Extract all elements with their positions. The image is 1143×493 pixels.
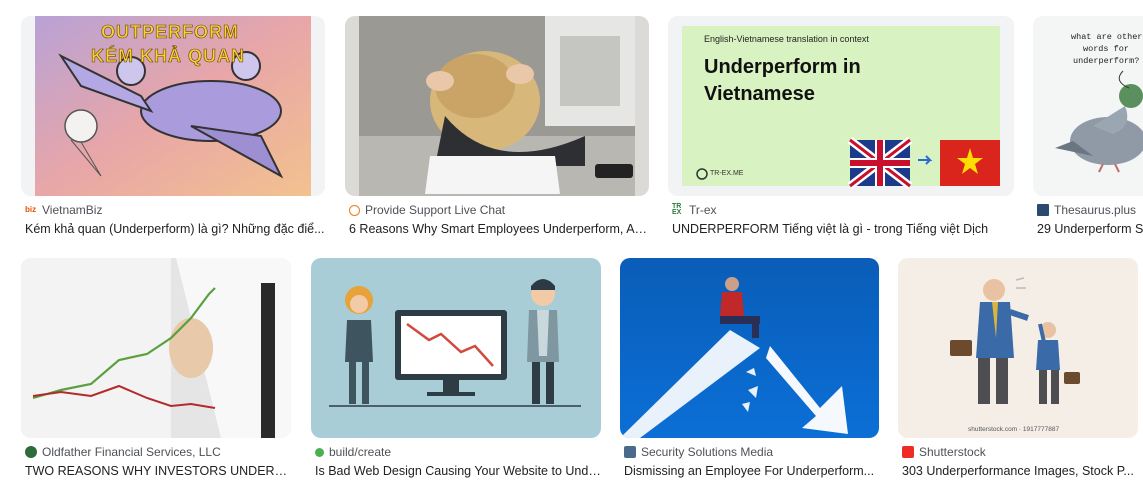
boss-scolding-illustration [898, 258, 1138, 438]
result-thumbnail[interactable]: shutterstock.com · 1917777887 [898, 258, 1138, 438]
result-source[interactable]: Oldfather Financial Services, LLC [25, 444, 291, 460]
stressed-woman-image [345, 16, 649, 196]
source-name: Tr-ex [689, 203, 717, 217]
grid-icon [624, 446, 636, 458]
bad-web-design-illustration [311, 258, 601, 438]
image-subheadline: KÉM KHẢ QUAN [91, 46, 245, 67]
result-title[interactable]: TWO REASONS WHY INVESTORS UNDERPER... [25, 463, 291, 480]
book-icon [1037, 204, 1049, 216]
image-watermark: shutterstock.com · 1917777887 [968, 426, 1060, 433]
source-name: Provide Support Live Chat [365, 203, 506, 217]
oldfather-icon [25, 446, 37, 458]
trex-icon: TR EX [672, 203, 684, 216]
image-subheadline: Vietnamese [704, 83, 815, 105]
chat-bubble-icon [349, 204, 360, 216]
result-thumbnail[interactable] [620, 258, 879, 438]
result-source[interactable]: build/create [315, 444, 601, 460]
source-name: Shutterstock [919, 445, 986, 459]
source-name: Security Solutions Media [641, 445, 774, 459]
result-thumbnail[interactable] [311, 258, 601, 438]
result-source[interactable]: biz VietnamBiz [25, 202, 325, 218]
shutterstock-icon [902, 446, 914, 458]
result-title[interactable]: 6 Reasons Why Smart Employees Underperfo… [349, 221, 649, 238]
image-caption-line3: underperform? [1073, 56, 1140, 66]
source-name: VietnamBiz [42, 203, 103, 217]
image-caption-line1: what are other [1071, 32, 1143, 42]
source-name: Oldfather Financial Services, LLC [42, 445, 221, 459]
result-source[interactable]: Shutterstock [902, 444, 1138, 460]
result-title[interactable]: Is Bad Web Design Causing Your Website t… [315, 463, 601, 480]
result-source[interactable]: Provide Support Live Chat [349, 202, 649, 218]
falling-arrow-image [620, 258, 879, 438]
result-thumbnail[interactable]: OUTPERFORM KÉM KHẢ QUAN [21, 16, 325, 196]
image-caption-line2: words for [1083, 44, 1129, 54]
image-watermark: TR-EX.ME [710, 170, 744, 177]
result-title[interactable]: UNDERPERFORM Tiếng việt là gì - trong Ti… [672, 221, 1012, 238]
green-dot-icon [315, 447, 324, 457]
result-thumbnail[interactable]: English-Vietnamese translation in contex… [668, 16, 1014, 196]
pigeon-image [1033, 16, 1143, 196]
result-source[interactable]: Security Solutions Media [624, 444, 879, 460]
result-title[interactable]: 303 Underperformance Images, Stock P... [902, 463, 1138, 480]
airplane-cartoon-image [21, 16, 325, 196]
result-source[interactable]: Thesaurus.plus [1037, 202, 1143, 218]
result-thumbnail[interactable] [21, 258, 291, 438]
source-name: build/create [329, 445, 392, 459]
result-title[interactable]: 29 Underperform S [1037, 221, 1143, 238]
result-title[interactable]: Dismissing an Employee For Underperform.… [624, 463, 879, 480]
image-caption: English-Vietnamese translation in contex… [704, 34, 869, 44]
result-title[interactable]: Kém khả quan (Underperform) là gì? Những… [25, 221, 325, 238]
result-thumbnail[interactable]: what are other words for underperform? [1033, 16, 1143, 196]
investment-chart-image [21, 258, 291, 438]
source-name: Thesaurus.plus [1054, 203, 1137, 217]
result-thumbnail[interactable] [345, 16, 649, 196]
result-source[interactable]: TR EX Tr-ex [672, 202, 972, 218]
image-headline: OUTPERFORM [101, 22, 239, 43]
image-headline: Underperform in [704, 56, 861, 78]
vietnambiz-icon: biz [25, 204, 37, 216]
